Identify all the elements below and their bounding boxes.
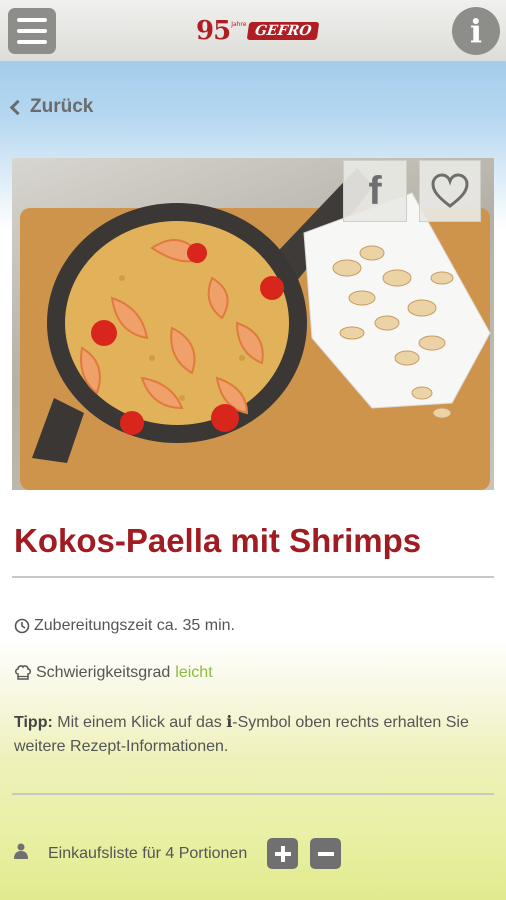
prep-time-text: Zubereitungszeit ca. 35 min. bbox=[34, 617, 235, 634]
brand-logo: 95 Jahre GEFRO bbox=[196, 16, 321, 46]
chevron-left-icon bbox=[9, 99, 26, 116]
difficulty-row: Schwierigkeitsgrad leicht bbox=[14, 664, 213, 682]
facebook-share-button[interactable]: f bbox=[343, 160, 407, 222]
decrease-portions-button[interactable] bbox=[310, 838, 342, 869]
hamburger-line bbox=[17, 18, 47, 22]
hamburger-line bbox=[17, 40, 47, 44]
tip-text-before: Mit einem Klick auf das bbox=[52, 714, 227, 731]
favorite-button[interactable] bbox=[419, 160, 481, 222]
shopping-list-text: Einkaufsliste für 4 Portionen bbox=[48, 844, 248, 862]
minus-icon bbox=[317, 851, 334, 856]
back-link[interactable]: Zurück bbox=[9, 96, 94, 118]
clock-icon bbox=[14, 618, 30, 634]
tip-text: Tipp: Mit einem Klick auf das i-Symbol o… bbox=[14, 710, 494, 759]
info-button[interactable]: i bbox=[452, 7, 500, 55]
tip-label: Tipp: bbox=[14, 714, 53, 731]
difficulty-value: leicht bbox=[175, 664, 213, 681]
menu-button[interactable] bbox=[8, 8, 56, 54]
chef-hat-icon bbox=[14, 665, 32, 681]
recipe-title: Kokos-Paella mit Shrimps bbox=[14, 522, 422, 559]
logo-jahre: Jahre bbox=[231, 20, 247, 28]
shopping-list-row: Einkaufsliste für 4 Portionen bbox=[14, 838, 342, 869]
top-bar: 95 Jahre GEFRO i bbox=[0, 0, 506, 62]
increase-portions-button[interactable] bbox=[267, 838, 299, 869]
prep-time-row: Zubereitungszeit ca. 35 min. bbox=[14, 617, 235, 635]
divider bbox=[12, 576, 494, 578]
facebook-icon: f bbox=[368, 168, 382, 213]
logo-years: 95 bbox=[196, 16, 231, 46]
logo-brand: GEFRO bbox=[247, 22, 321, 40]
hamburger-line bbox=[17, 29, 47, 33]
info-icon: i bbox=[469, 12, 483, 50]
difficulty-label: Schwierigkeitsgrad bbox=[36, 664, 171, 681]
plus-icon bbox=[274, 845, 291, 862]
heart-icon bbox=[431, 173, 469, 208]
person-icon bbox=[14, 843, 28, 864]
back-label: Zurück bbox=[30, 96, 94, 117]
divider bbox=[12, 793, 494, 795]
